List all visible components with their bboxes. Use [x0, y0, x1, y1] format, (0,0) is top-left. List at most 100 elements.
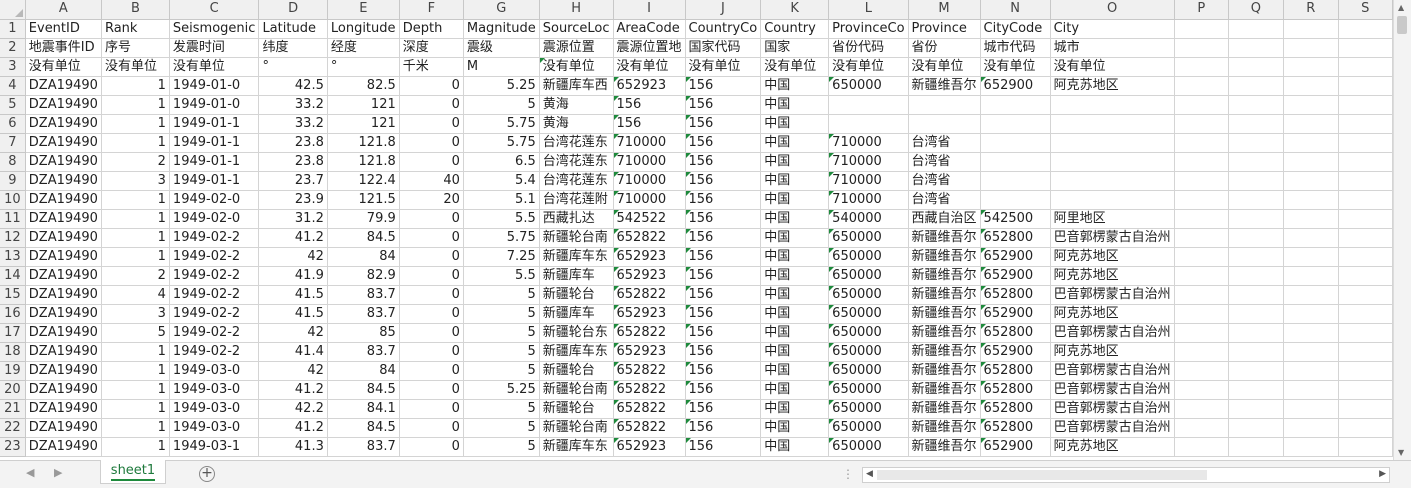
row-header[interactable]: 7 [0, 133, 26, 153]
cell[interactable]: 121 [327, 95, 400, 115]
cell[interactable]: 中国 [760, 342, 830, 362]
cell[interactable]: 5.5 [463, 266, 540, 286]
cell[interactable]: 0 [399, 133, 464, 153]
cell[interactable]: 国家代码 [685, 38, 762, 58]
cell[interactable]: 1 [101, 380, 170, 400]
cell[interactable]: 没有单位 [908, 57, 981, 77]
cell[interactable] [1228, 57, 1284, 77]
column-header-r[interactable]: R [1283, 0, 1339, 20]
cell[interactable]: 156 [685, 285, 762, 305]
cell[interactable]: ° [258, 57, 328, 77]
cell[interactable] [1050, 95, 1175, 115]
cell[interactable]: 中国 [760, 361, 830, 381]
cell[interactable]: 652800 [980, 399, 1051, 419]
cell[interactable]: 没有单位 [980, 57, 1051, 77]
cell[interactable]: 5.75 [463, 133, 540, 153]
row-header[interactable]: 14 [0, 266, 26, 286]
cell[interactable]: 5 [463, 304, 540, 324]
row-header[interactable]: 17 [0, 323, 26, 343]
cell[interactable]: 83.7 [327, 285, 400, 305]
cell[interactable]: 121.8 [327, 152, 400, 172]
column-header-e[interactable]: E [327, 0, 400, 20]
cell[interactable]: 0 [399, 228, 464, 248]
cell[interactable]: 121.8 [327, 133, 400, 153]
cell[interactable]: 中国 [760, 228, 830, 248]
cell[interactable] [1338, 190, 1393, 210]
cell[interactable]: 156 [613, 95, 686, 115]
cell[interactable]: 1949-03-0 [169, 418, 260, 438]
cell[interactable] [980, 95, 1051, 115]
cell[interactable]: 1 [101, 209, 170, 229]
cell[interactable] [1283, 285, 1339, 305]
cell[interactable]: 83.7 [327, 304, 400, 324]
cell[interactable]: Rank [101, 19, 170, 39]
cell[interactable]: 1949-03-0 [169, 380, 260, 400]
row-header[interactable]: 9 [0, 171, 26, 191]
cell[interactable] [1228, 209, 1284, 229]
cell[interactable]: CountryCo [685, 19, 762, 39]
cell[interactable]: 4 [101, 285, 170, 305]
cell[interactable] [1338, 76, 1393, 96]
cell[interactable]: 5.75 [463, 228, 540, 248]
cell[interactable]: 652822 [613, 323, 686, 343]
cell[interactable]: 0 [399, 380, 464, 400]
cell[interactable]: 33.2 [258, 114, 328, 134]
add-sheet-button[interactable]: + [199, 466, 215, 482]
cell[interactable]: 40 [399, 171, 464, 191]
cell[interactable]: 42 [258, 361, 328, 381]
cell[interactable]: 1949-01-0 [169, 95, 260, 115]
sheet-tab-sheet1[interactable]: sheet1 [100, 460, 166, 484]
cell[interactable]: 652822 [613, 399, 686, 419]
cell[interactable]: 5 [463, 95, 540, 115]
cell[interactable] [1283, 418, 1339, 438]
cell[interactable]: 156 [685, 380, 762, 400]
cell[interactable]: 652800 [980, 323, 1051, 343]
cell[interactable]: 0 [399, 323, 464, 343]
cell[interactable]: 41.3 [258, 437, 328, 457]
cell[interactable]: 23.7 [258, 171, 328, 191]
cell[interactable]: 710000 [828, 190, 909, 210]
cell[interactable] [1338, 399, 1393, 419]
cell[interactable]: 新疆库车西 [539, 76, 614, 96]
row-header[interactable]: 2 [0, 38, 26, 58]
cell[interactable] [1174, 190, 1229, 210]
cell[interactable] [1228, 114, 1284, 134]
cell[interactable] [1050, 114, 1175, 134]
cell[interactable]: 652923 [613, 247, 686, 267]
cell[interactable]: 156 [685, 399, 762, 419]
cell[interactable] [828, 114, 909, 134]
cell[interactable] [1174, 209, 1229, 229]
cell[interactable]: 1949-02-0 [169, 190, 260, 210]
column-header-b[interactable]: B [101, 0, 170, 20]
row-header[interactable]: 12 [0, 228, 26, 248]
cell[interactable] [1050, 171, 1175, 191]
cell[interactable]: 5.4 [463, 171, 540, 191]
cell[interactable] [1228, 133, 1284, 153]
cell[interactable]: 652900 [980, 304, 1051, 324]
cell[interactable]: 阿克苏地区 [1050, 266, 1175, 286]
cell[interactable] [1338, 152, 1393, 172]
cell[interactable]: 0 [399, 437, 464, 457]
cell[interactable]: 新疆维吾尔 [908, 380, 981, 400]
cell[interactable]: 0 [399, 247, 464, 267]
column-header-c[interactable]: C [169, 0, 260, 20]
cell[interactable]: DZA19490 [25, 114, 102, 134]
cell[interactable] [828, 95, 909, 115]
cell[interactable]: 5.5 [463, 209, 540, 229]
cell[interactable] [1228, 399, 1284, 419]
cell[interactable]: 中国 [760, 76, 830, 96]
cell-table[interactable]: ABCDEFGHIJKLMNOPQRS 1 EventID Rank Seismoge… [0, 0, 1393, 457]
cell[interactable]: DZA19490 [25, 247, 102, 267]
cell[interactable]: 42 [258, 247, 328, 267]
cell[interactable]: DZA19490 [25, 399, 102, 419]
cell[interactable]: 台湾花莲附 [539, 190, 614, 210]
cell[interactable]: 42 [258, 323, 328, 343]
column-header-i[interactable]: I [613, 0, 686, 20]
cell[interactable]: 新疆维吾尔 [908, 418, 981, 438]
cell[interactable]: 5 [463, 285, 540, 305]
cell[interactable]: 1949-01-1 [169, 114, 260, 134]
cell[interactable]: 新疆维吾尔 [908, 399, 981, 419]
cell[interactable] [1174, 114, 1229, 134]
cell[interactable]: M [463, 57, 540, 77]
cell[interactable]: 1 [101, 228, 170, 248]
